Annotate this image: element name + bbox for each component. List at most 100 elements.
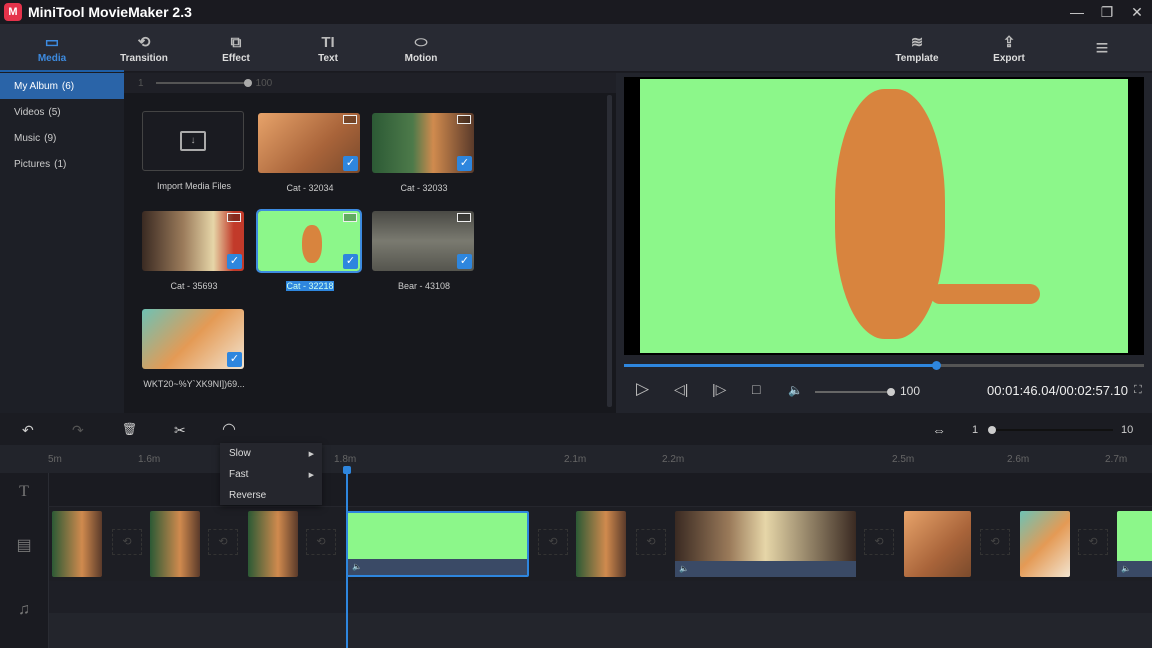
checkbox-checked[interactable]: ✓ — [457, 156, 472, 171]
clip-audio-bar[interactable]: 🔈 — [675, 561, 856, 577]
upload-icon: ⇪ — [1002, 33, 1016, 51]
transition-slot[interactable]: ⟲ — [306, 529, 336, 555]
stop-button[interactable]: □ — [752, 381, 760, 397]
next-frame-button[interactable]: |▷ — [712, 381, 726, 398]
album-sidebar: My Album (6) Videos (5) Music (9) Pictures(… — [0, 73, 124, 413]
restore-button[interactable]: ❐ — [1092, 0, 1122, 24]
menu-item-reverse[interactable]: Reverse — [220, 485, 322, 506]
media-library: 1 100 ↓ Import Media Files ✓ Cat - 32034… — [124, 73, 616, 413]
menu-button[interactable]: ≡ — [1056, 24, 1148, 72]
sidebar-item-pictures[interactable]: Pictures (1) — [0, 151, 124, 177]
media-item[interactable]: ✓ Cat - 35693 — [142, 211, 246, 291]
transition-slot[interactable]: ⟲ — [636, 529, 666, 555]
media-item[interactable]: ✓ Bear - 43108 — [372, 211, 476, 291]
zoom-to-fit-button[interactable]: ⇔ — [932, 422, 946, 438]
menu-item-fast[interactable]: Fast ▶ — [220, 464, 322, 485]
checkbox-checked[interactable]: ✓ — [227, 352, 242, 367]
import-media-button[interactable]: ↓ Import Media Files — [142, 111, 246, 191]
timeline-clip[interactable] — [576, 511, 626, 577]
sidebar-item-my-album[interactable]: My Album (6) — [0, 73, 124, 99]
checkbox-checked[interactable]: ✓ — [457, 254, 472, 269]
media-item-selected[interactable]: ✓ Cat - 32218 — [256, 209, 362, 291]
timeline-clip-selected[interactable]: 🔈 — [346, 511, 529, 577]
split-button[interactable]: ✂ — [174, 422, 186, 439]
checkbox-checked[interactable]: ✓ — [343, 254, 358, 269]
text-track[interactable] — [48, 473, 1152, 507]
menu-item-slow[interactable]: Slow ▶ — [220, 443, 322, 464]
fullscreen-button[interactable]: ⛶ — [1134, 384, 1142, 397]
music-track-2[interactable] — [48, 613, 1152, 648]
timeline-clip[interactable] — [150, 511, 200, 577]
play-button[interactable]: ▷ — [636, 379, 649, 399]
delete-button[interactable]: 🗑 — [122, 422, 137, 436]
timeline-clip[interactable] — [904, 511, 971, 577]
sidebar-item-videos[interactable]: Videos (5) — [0, 99, 124, 125]
previous-frame-button[interactable]: ◁| — [674, 381, 688, 398]
checkbox-checked[interactable]: ✓ — [227, 254, 242, 269]
media-scrollbar[interactable] — [607, 95, 612, 407]
seek-handle[interactable] — [932, 361, 941, 370]
music-track[interactable] — [48, 581, 1152, 613]
sidebar-label: My Album — [14, 80, 58, 92]
tab-effect[interactable]: ⧉ Effect — [190, 24, 282, 72]
slider-handle[interactable] — [243, 79, 252, 87]
timeline-clip[interactable] — [52, 511, 102, 577]
ruler-tick: 2.6m — [1007, 454, 1030, 465]
speed-button[interactable]: ◠ — [222, 419, 236, 439]
media-name: Cat - 32034 — [286, 183, 334, 193]
zoom-min-label: 1 — [138, 77, 144, 89]
timeline-clip[interactable]: 🔈 — [1117, 511, 1152, 577]
ruler-tick: 5m — [48, 454, 62, 465]
media-item[interactable]: ✓ Cat - 32033 — [372, 113, 476, 193]
media-item[interactable]: ✓ Cat - 32034 — [258, 113, 362, 193]
export-button[interactable]: ⇪ Export — [963, 24, 1055, 72]
timeline-zoom-slider[interactable] — [988, 426, 1113, 434]
layers-icon: ≋ — [910, 33, 924, 51]
volume-slider[interactable] — [815, 388, 895, 396]
close-button[interactable]: ✕ — [1122, 0, 1152, 24]
undo-button[interactable]: ↶ — [22, 422, 34, 439]
timeline-zoom-handle[interactable] — [988, 426, 996, 434]
thumbnail-size-slider[interactable] — [155, 79, 252, 87]
video-track-icon: ▤ — [16, 537, 32, 554]
transition-slot[interactable]: ⟲ — [980, 529, 1010, 555]
transition-slot[interactable]: ⟲ — [864, 529, 894, 555]
tab-text[interactable]: TI Text — [282, 24, 374, 72]
tab-transition[interactable]: ⟲ Transition — [98, 24, 190, 72]
transition-slot[interactable]: ⟲ — [112, 529, 142, 555]
timeline-clip[interactable] — [1020, 511, 1070, 577]
import-label: Import Media Files — [156, 181, 232, 191]
menu-label: Reverse — [229, 490, 267, 501]
sidebar-count: (5) — [48, 106, 61, 118]
template-button[interactable]: ≋ Template — [871, 24, 963, 72]
tab-motion[interactable]: ⬭ Motion — [375, 24, 467, 72]
playback-seek-bar[interactable] — [624, 361, 1144, 370]
redo-button[interactable]: ↷ — [72, 422, 84, 439]
video-icon — [343, 115, 357, 124]
thumbnail-size-bar: 1 100 — [124, 73, 616, 93]
clip-audio-bar[interactable]: 🔈 — [348, 559, 527, 575]
ruler-tick: 1.8m — [334, 454, 357, 465]
volume-handle[interactable] — [887, 388, 895, 396]
timeline-ruler[interactable]: 5m 1.6m 1.8m 2.1m 2.2m 2.5m 2.6m 2.7m — [0, 445, 1152, 473]
clip-audio-bar[interactable]: 🔈 — [1117, 561, 1152, 577]
minimize-button[interactable]: — — [1062, 0, 1092, 24]
transition-slot[interactable]: ⟲ — [208, 529, 238, 555]
zoom-max-label: 100 — [255, 77, 273, 89]
volume-icon[interactable]: 🔈 — [788, 383, 803, 397]
playhead[interactable] — [346, 466, 348, 648]
ruler-tick: 2.5m — [892, 454, 915, 465]
transition-slot[interactable]: ⟲ — [1078, 529, 1108, 555]
timeline-clip[interactable] — [248, 511, 298, 577]
app-logo-icon: M — [4, 3, 22, 21]
timeline-clip[interactable]: 🔈 — [675, 511, 856, 577]
checkbox-checked[interactable]: ✓ — [343, 156, 358, 171]
playhead-handle[interactable] — [343, 466, 351, 474]
media-item[interactable]: ✓ WKT20~%Y`XK9NI])69... — [142, 309, 246, 389]
sidebar-label: Pictures — [14, 158, 51, 170]
media-name: Cat - 32218 — [286, 281, 334, 291]
transition-slot[interactable]: ⟲ — [538, 529, 568, 555]
sidebar-item-music[interactable]: Music (9) — [0, 125, 124, 151]
timeline-toolbar: ↶ ↷ 🗑 ✂ ◠ ⇔ 1 10 — [0, 415, 1152, 445]
tab-media[interactable]: ▭ Media — [6, 24, 98, 72]
